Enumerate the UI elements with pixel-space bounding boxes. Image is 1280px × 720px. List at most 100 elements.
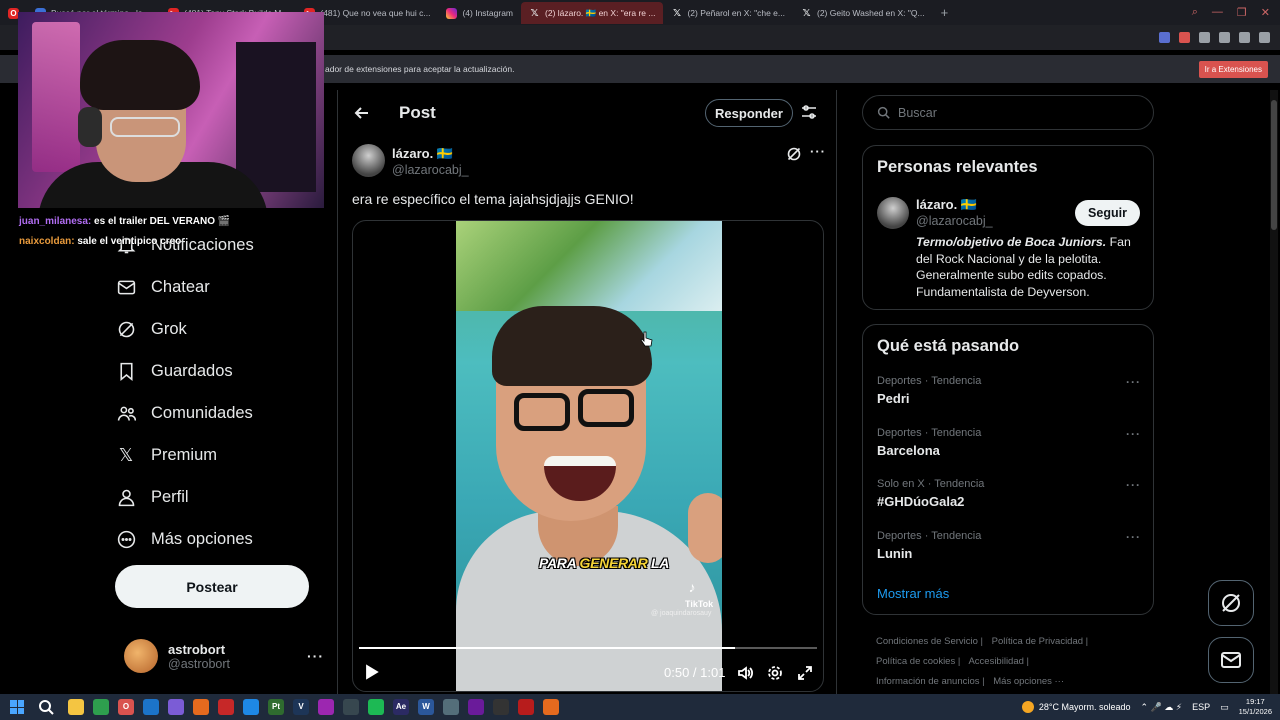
new-tab-button[interactable]: + [933, 5, 957, 20]
maximize-icon[interactable]: ❐ [1237, 6, 1247, 19]
trend-name: #GHDúoGala2 [877, 494, 965, 509]
tray-icons[interactable]: ⌃ 🎤 ☁ ⚡ [1141, 702, 1183, 713]
search-input[interactable]: Buscar [862, 95, 1154, 130]
video-player[interactable]: PARA GENERAR LA ♪ TikTok @ joaquindarosa… [352, 220, 824, 692]
avatar[interactable] [877, 197, 909, 229]
x-logo-icon: 𝕏 [118, 444, 134, 465]
go-to-extensions-button[interactable]: Ir a Extensiones [1198, 60, 1268, 78]
nav-item-chat[interactable]: Chatear [115, 266, 325, 308]
trend-item[interactable]: Deportes · Tendencia Pedri ··· [877, 375, 1141, 415]
minimize-icon[interactable]: — [1212, 6, 1223, 19]
search-icon[interactable] [38, 699, 54, 715]
trend-item[interactable]: Solo en X · Tendencia #GHDúoGala2 ··· [877, 478, 1141, 518]
word-icon[interactable]: W [418, 699, 434, 715]
video-progress-bar[interactable] [359, 647, 817, 649]
grok-icon[interactable] [786, 146, 802, 162]
volume-icon[interactable] [737, 665, 753, 681]
extensions-icon[interactable] [1199, 32, 1210, 43]
weather-widget[interactable]: 28°C Mayorm. soleado [1021, 701, 1131, 713]
back-arrow-icon[interactable] [352, 103, 372, 123]
browser-tab[interactable]: 𝕏 (2) Peñarol en X: "che e... [663, 2, 793, 24]
app-icon[interactable] [443, 699, 459, 715]
chat-user: juan_milanesa: [19, 216, 92, 227]
app-icon[interactable] [518, 699, 534, 715]
browser-tab[interactable]: 𝕏 (2) Geito Washed en X: "Q... [793, 2, 933, 24]
app-icon[interactable] [218, 699, 234, 715]
relevant-name[interactable]: lázaro. 🇸🇪 [916, 197, 977, 213]
stream-chat: juan_milanesa: es el trailer DEL VERANO … [19, 212, 230, 252]
more-icon[interactable]: ··· [1126, 427, 1141, 441]
nav-item-communities[interactable]: Comunidades [115, 392, 325, 434]
nav-item-premium[interactable]: 𝕏 Premium [115, 434, 325, 476]
show-more-link[interactable]: Mostrar más [877, 586, 949, 601]
windows-start-icon[interactable] [10, 700, 24, 714]
settings-gear-icon[interactable] [767, 665, 783, 681]
pt-icon[interactable]: Pt [268, 699, 284, 715]
more-icon[interactable]: ··· [307, 648, 324, 664]
app-icon[interactable] [168, 699, 184, 715]
menu-icon[interactable] [1259, 32, 1270, 43]
footer-link[interactable]: Condiciones de Servicio | [876, 636, 983, 647]
epic-games-icon[interactable] [493, 699, 509, 715]
more-icon[interactable]: ··· [1126, 478, 1141, 492]
footer-link[interactable]: Política de Privacidad | [992, 636, 1088, 647]
app-icon[interactable] [193, 699, 209, 715]
extension-icon[interactable] [1159, 32, 1170, 43]
chrome-icon[interactable] [93, 699, 109, 715]
filter-icon[interactable] [801, 104, 817, 120]
clock[interactable]: 19:17 15/1/2026 [1239, 697, 1272, 717]
footer-link[interactable]: Información de anuncios | [876, 676, 985, 687]
after-effects-icon[interactable]: Ae [393, 699, 409, 715]
relevant-handle[interactable]: @lazarocabj_ [916, 214, 993, 228]
spotify-icon[interactable] [368, 699, 384, 715]
account-switcher[interactable]: astrobort @astrobort ··· [124, 638, 324, 674]
post-button[interactable]: Postear [115, 565, 309, 608]
scroll-thumb[interactable] [1271, 100, 1277, 230]
file-explorer-icon[interactable] [68, 699, 84, 715]
nav-item-grok[interactable]: Grok [115, 308, 325, 350]
app-icon[interactable] [318, 699, 334, 715]
app-icon[interactable] [343, 699, 359, 715]
app-icon[interactable] [468, 699, 484, 715]
grok-icon [1222, 594, 1240, 612]
trend-meta: Deportes · Tendencia [877, 375, 982, 387]
opera-icon[interactable]: O [118, 699, 134, 715]
grok-floating-button[interactable] [1208, 580, 1254, 626]
more-icon[interactable]: ··· [1126, 530, 1141, 544]
close-icon[interactable]: ✕ [1261, 6, 1270, 19]
footer-link[interactable]: Más opciones ··· [993, 676, 1064, 687]
footer-link[interactable]: Accesibilidad | [968, 656, 1029, 667]
author-handle[interactable]: @lazarocabj_ [392, 163, 469, 177]
play-icon[interactable] [363, 664, 379, 680]
follow-button[interactable]: Seguir [1075, 200, 1140, 226]
download-icon[interactable] [1239, 32, 1250, 43]
nav-item-bookmarks[interactable]: Guardados [115, 350, 325, 392]
nav-item-more[interactable]: Más opciones [115, 518, 325, 560]
messages-floating-button[interactable] [1208, 637, 1254, 683]
trend-item[interactable]: Deportes · Tendencia Barcelona ··· [877, 427, 1141, 467]
browser-tab[interactable]: (4) Instagram [438, 2, 521, 24]
reply-button[interactable]: Responder [705, 99, 793, 127]
photos-icon[interactable] [243, 699, 259, 715]
more-icon[interactable]: ··· [1126, 375, 1141, 389]
search-tabs-icon[interactable]: ⌕ [1192, 6, 1198, 19]
browser-tab-active[interactable]: 𝕏 (2) lázaro. 🇸🇪 en X: "era re ... [521, 2, 664, 24]
nav-label: Guardados [151, 361, 233, 380]
v-icon[interactable]: V [293, 699, 309, 715]
avatar[interactable] [352, 144, 385, 177]
app-icon[interactable] [543, 699, 559, 715]
footer-link[interactable]: Política de cookies | [876, 656, 960, 667]
trend-meta: Deportes · Tendencia [877, 530, 982, 542]
more-icon[interactable]: ··· [810, 144, 826, 159]
network-icon[interactable]: ▭ [1220, 702, 1229, 713]
author-name[interactable]: lázaro. 🇸🇪 [392, 146, 453, 162]
fullscreen-icon[interactable] [797, 665, 813, 681]
page-scrollbar[interactable] [1270, 90, 1278, 696]
video-caption: PARA GENERAR LA [539, 555, 670, 571]
nav-item-profile[interactable]: Perfil [115, 476, 325, 518]
edge-icon[interactable] [143, 699, 159, 715]
trend-item[interactable]: Deportes · Tendencia Lunin ··· [877, 530, 1141, 570]
snapshot-icon[interactable] [1219, 32, 1230, 43]
language-indicator[interactable]: ESP [1192, 702, 1210, 712]
extension-icon[interactable] [1179, 32, 1190, 43]
